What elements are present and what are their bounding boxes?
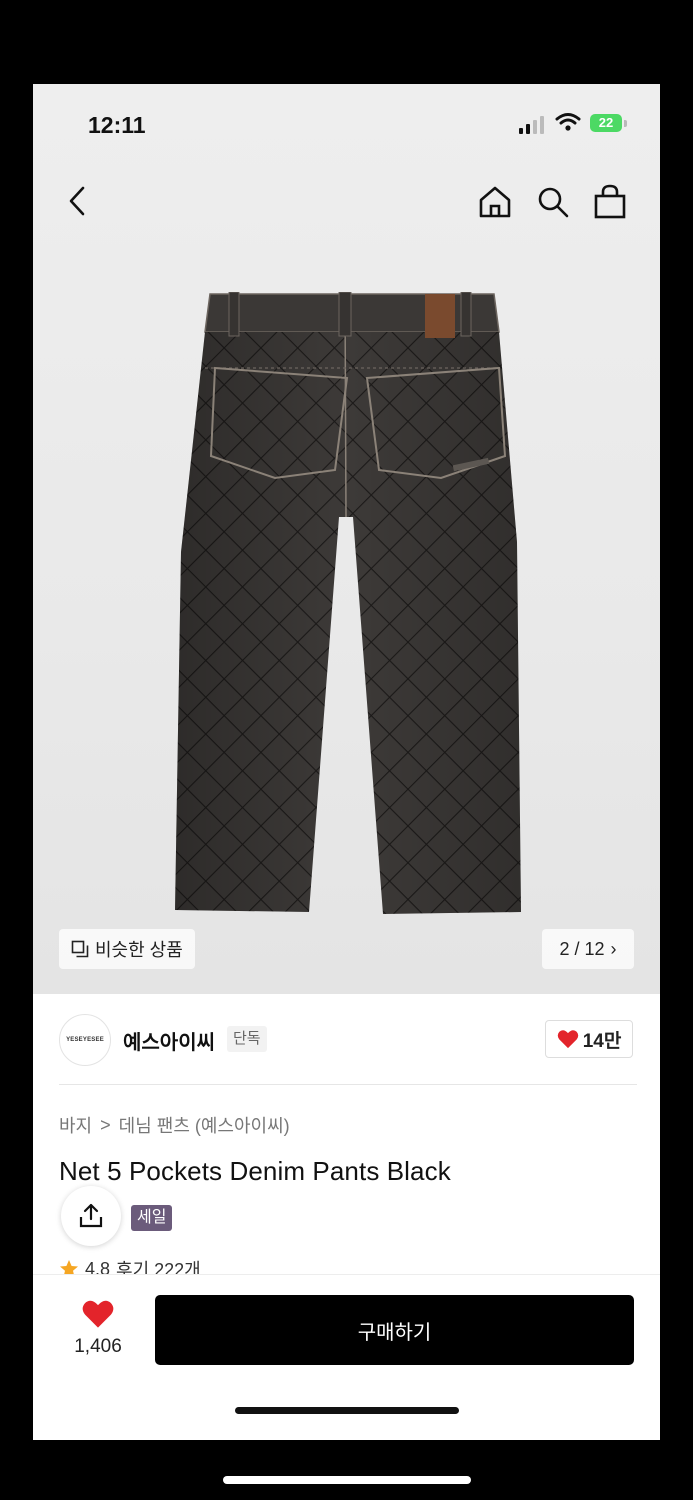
signal-icon <box>519 116 544 134</box>
sale-tag: 세일 <box>131 1205 173 1231</box>
shopping-bag-icon[interactable] <box>593 184 627 220</box>
heart-icon <box>557 1030 578 1049</box>
battery-indicator: 22 <box>590 114 622 132</box>
brand-logo-text: YESEYESEE <box>66 1037 104 1043</box>
buy-button[interactable]: 구매하기 <box>155 1295 634 1365</box>
image-counter-text: 2 / 12 <box>559 938 605 959</box>
product-image-gallery[interactable]: 비슷한 상품 2 / 12 › <box>33 84 660 994</box>
breadcrumb-subcategory[interactable]: 데님 팬츠 (예스아이씨) <box>119 1112 290 1138</box>
back-arrow-icon[interactable] <box>63 184 93 218</box>
status-bar: 12:11 22 <box>33 84 660 164</box>
home-indicator <box>235 1407 459 1414</box>
breadcrumb: 바지 > 데님 팬츠 (예스아이씨) <box>59 1112 290 1138</box>
breadcrumb-category[interactable]: 바지 <box>59 1112 92 1138</box>
outer-home-indicator <box>223 1476 471 1484</box>
breadcrumb-separator: > <box>100 1114 111 1135</box>
brand-like-count: 14만 <box>582 1030 622 1052</box>
wifi-icon <box>555 113 581 131</box>
copy-icon <box>71 940 89 958</box>
bottom-action-bar: 1,406 구매하기 <box>33 1274 660 1440</box>
status-time: 12:11 <box>88 112 146 138</box>
brand-like-button[interactable]: 14만 <box>545 1020 633 1058</box>
home-icon[interactable] <box>477 184 513 220</box>
search-icon[interactable] <box>535 184 571 220</box>
product-like-button[interactable]: 1,406 <box>67 1299 129 1358</box>
product-title: Net 5 Pockets Denim Pants Black <box>59 1156 451 1186</box>
similar-products-button[interactable]: 비슷한 상품 <box>59 929 195 969</box>
image-counter[interactable]: 2 / 12 › <box>542 929 634 969</box>
similar-products-label: 비슷한 상품 <box>95 940 183 960</box>
chevron-right-icon: › <box>610 938 617 959</box>
share-icon <box>79 1203 103 1228</box>
exclusive-badge: 단독 <box>227 1026 267 1052</box>
brand-logo[interactable]: YESEYESEE <box>59 1014 111 1066</box>
heart-icon <box>82 1300 114 1328</box>
battery-tip <box>624 120 627 127</box>
brand-name[interactable]: 예스아이씨 <box>123 1026 215 1055</box>
product-image <box>175 292 521 914</box>
app-screen: 비슷한 상품 2 / 12 › 12:11 22 YESEYESEE 예스아이씨… <box>33 84 660 1440</box>
divider <box>59 1084 637 1085</box>
share-button[interactable] <box>61 1186 121 1246</box>
product-like-count: 1,406 <box>74 1336 122 1357</box>
